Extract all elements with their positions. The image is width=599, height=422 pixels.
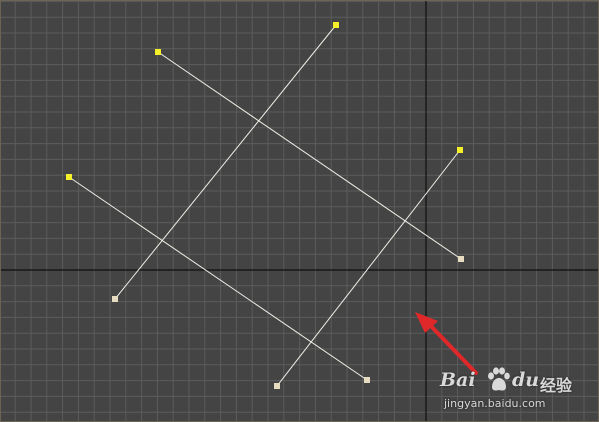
spline-line-4[interactable]: [276, 149, 461, 387]
grid: [1, 1, 598, 421]
vertex-first-line-2[interactable]: [333, 22, 339, 28]
spline-line-3[interactable]: [68, 176, 368, 381]
vertex-end-line-2[interactable]: [112, 296, 118, 302]
red-arrow-annotation: [415, 312, 478, 375]
watermark-brand-left: Bai: [440, 369, 476, 391]
vertex-end-line-1[interactable]: [458, 256, 464, 262]
baidu-paw-icon: [488, 367, 510, 391]
vertex-end-line-4[interactable]: [274, 383, 280, 389]
viewport-scene[interactable]: [1, 1, 599, 422]
viewport[interactable]: Bai du 经验 jingyan.baidu.com: [0, 0, 599, 422]
vertex-first-line-3[interactable]: [66, 174, 72, 180]
vertex-first-line-1[interactable]: [155, 49, 161, 55]
vertex-first-line-4[interactable]: [457, 147, 463, 153]
watermark-url: jingyan.baidu.com: [444, 397, 546, 410]
spline-line-2[interactable]: [114, 24, 337, 300]
baidu-watermark: Bai du 经验 jingyan.baidu.com: [440, 365, 590, 415]
watermark-brand-cn: 经验: [540, 376, 573, 395]
spline-shapes[interactable]: [68, 24, 462, 387]
watermark-brand-right: du: [512, 369, 540, 391]
spline-line-1[interactable]: [157, 51, 462, 260]
vertex-end-line-3[interactable]: [364, 377, 370, 383]
